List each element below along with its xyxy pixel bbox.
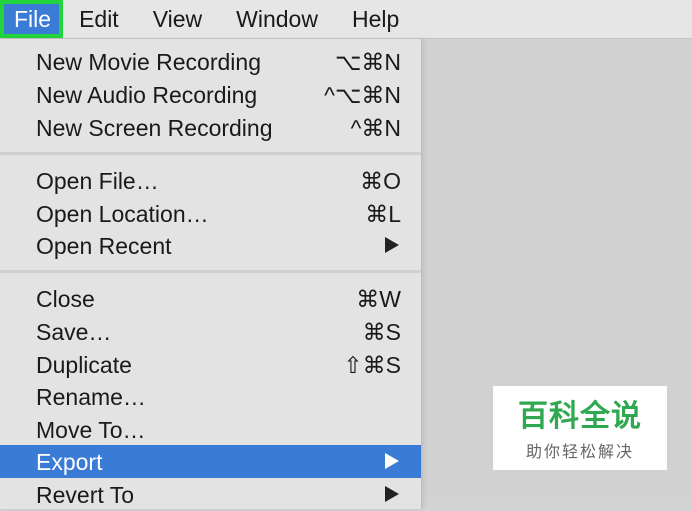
menu-item-label: Rename… [36,384,146,410]
menu-item-label: Revert To [36,482,135,508]
menu-item-label: Open Recent [36,233,172,259]
menu-item-label: Open File… [36,168,159,194]
menu-item-open-location[interactable]: Open Location… ⌘L [0,197,421,230]
menu-item-label: Export [36,449,103,475]
menu-item-new-audio-recording[interactable]: New Audio Recording ^⌥⌘N [0,78,421,111]
file-menu-dropdown: New Movie Recording ⌥⌘N New Audio Record… [0,39,422,509]
menu-separator [0,270,421,273]
menu-item-open-file[interactable]: Open File… ⌘O [0,164,421,197]
menu-view[interactable]: View [137,0,220,38]
menu-item-shortcut: ⌘W [356,286,401,312]
submenu-arrow-icon [385,486,399,502]
menu-item-save[interactable]: Save… ⌘S [0,315,421,348]
menu-separator [0,152,421,155]
menu-item-shortcut: ⌘L [365,201,401,227]
menu-item-label: Open Location… [36,201,209,227]
menu-item-new-movie-recording[interactable]: New Movie Recording ⌥⌘N [0,45,421,78]
menu-item-label: Duplicate [36,352,132,378]
menu-item-shortcut: ⌘S [362,319,401,345]
menu-bar: File Edit View Window Help [0,0,692,39]
menu-window[interactable]: Window [220,0,336,38]
menu-item-label: New Movie Recording [36,49,261,75]
menu-item-label: New Audio Recording [36,82,258,108]
watermark-logo: 百科全说 助你轻松解决 [493,386,667,470]
menu-file[interactable]: File [0,0,64,38]
menu-item-shortcut: ⌘O [360,168,401,194]
menu-item-shortcut: ⇧⌘S [343,352,401,378]
menu-item-new-screen-recording[interactable]: New Screen Recording ^⌘N [0,111,421,144]
menu-item-label: New Screen Recording [36,115,273,141]
menu-item-rename[interactable]: Rename… [0,380,421,413]
menu-item-close[interactable]: Close ⌘W [0,282,421,315]
menu-item-label: Save… [36,319,112,345]
menu-item-duplicate[interactable]: Duplicate ⇧⌘S [0,348,421,381]
menu-edit[interactable]: Edit [63,0,137,38]
watermark-title: 百科全说 [518,399,642,434]
menu-help[interactable]: Help [336,0,417,38]
menu-item-shortcut: ⌥⌘N [334,49,401,75]
menu-item-open-recent[interactable]: Open Recent [0,229,421,262]
menu-item-label: Move To… [36,417,146,443]
menu-item-move-to[interactable]: Move To… [0,413,421,446]
menu-item-shortcut: ^⌘N [350,115,401,141]
menu-item-shortcut: ^⌥⌘N [324,82,401,108]
submenu-arrow-icon [385,237,399,253]
watermark-subtitle: 助你轻松解决 [525,442,634,461]
menu-item-label: Close [36,286,95,312]
menu-item-export[interactable]: Export [0,445,421,478]
submenu-arrow-icon [385,453,399,469]
